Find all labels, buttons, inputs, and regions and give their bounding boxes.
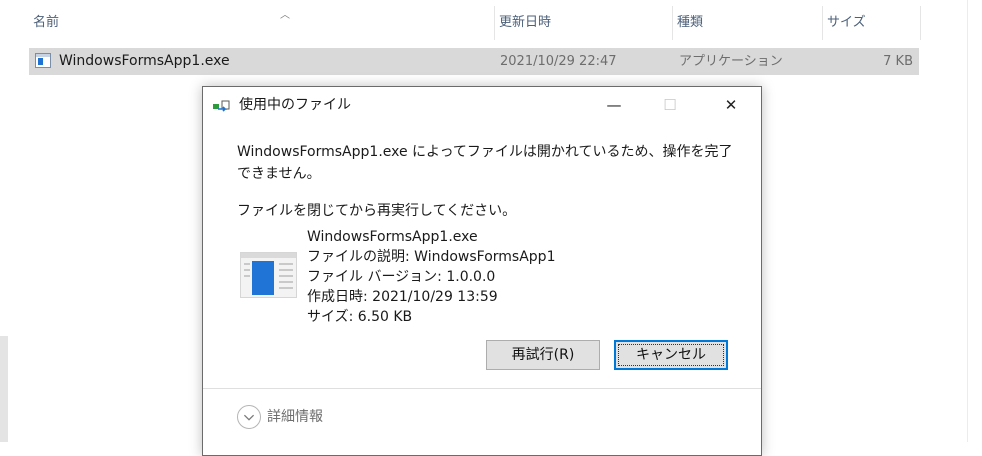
info-file-name: WindowsFormsApp1.exe <box>307 229 478 245</box>
pane-divider <box>967 0 968 442</box>
application-icon <box>240 252 297 298</box>
file-list-row[interactable]: WindowsFormsApp1.exe 2021/10/29 22:47 アプ… <box>29 48 919 75</box>
dialog-instruction: ファイルを閉じてから再実行してください。 <box>237 203 517 219</box>
focus-rectangle <box>618 344 724 366</box>
close-button[interactable]: ✕ <box>708 87 754 123</box>
info-version: ファイル バージョン: 1.0.0.0 <box>307 269 496 285</box>
file-modified: 2021/10/29 22:47 <box>500 54 617 69</box>
column-header-size[interactable]: サイズ <box>822 6 920 40</box>
retry-button[interactable]: 再試行(R) <box>486 340 600 370</box>
info-size: サイズ: 6.50 KB <box>307 309 413 325</box>
info-description: ファイルの説明: WindowsFormsApp1 <box>307 249 556 265</box>
file-size: 7 KB <box>883 54 913 69</box>
dialog-divider <box>203 388 761 389</box>
exe-file-icon <box>35 53 51 68</box>
column-header-modified[interactable]: 更新日時 <box>494 6 672 40</box>
minimize-button[interactable]: — <box>591 87 637 123</box>
dialog-title: 使用中のファイル <box>239 97 351 113</box>
column-header-type[interactable]: 種類 <box>672 6 822 40</box>
file-type: アプリケーション <box>679 54 783 69</box>
scrollbar-track[interactable] <box>0 336 8 442</box>
dialog-titlebar[interactable]: 使用中のファイル — ☐ ✕ <box>203 87 761 123</box>
column-divider[interactable] <box>920 6 921 40</box>
info-created: 作成日時: 2021/10/29 13:59 <box>307 289 498 305</box>
file-name: WindowsFormsApp1.exe <box>59 53 230 69</box>
dialog-message: WindowsFormsApp1.exe によってファイルは開かれているため、操… <box>237 144 733 182</box>
column-header-row: ︿ 名前 更新日時 種類 サイズ <box>28 6 921 40</box>
details-label[interactable]: 詳細情報 <box>267 405 323 429</box>
file-move-icon <box>213 100 230 112</box>
file-in-use-dialog: 使用中のファイル — ☐ ✕ WindowsFormsApp1.exe によって… <box>202 86 762 456</box>
column-header-name[interactable]: 名前 <box>28 6 494 40</box>
maximize-button: ☐ <box>663 96 677 114</box>
file-info-block: WindowsFormsApp1.exe ファイルの説明: WindowsFor… <box>307 227 555 327</box>
cancel-button[interactable]: キャンセル <box>614 340 728 370</box>
chevron-down-icon[interactable] <box>237 405 261 429</box>
